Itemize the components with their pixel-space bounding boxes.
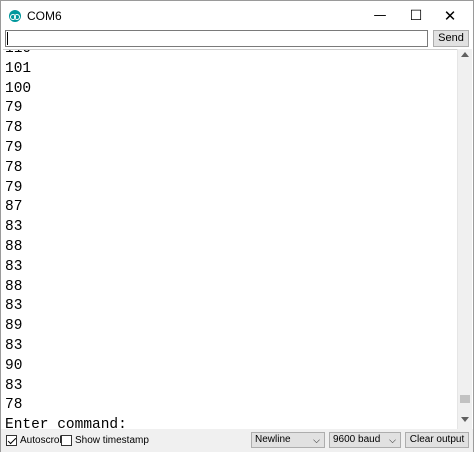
output-line: 83 [5,219,23,236]
output-line: 101 [5,60,32,77]
title-bar: COM6 — ☐ ✕ [1,1,473,31]
chevron-down-icon: ⌵ [389,436,396,446]
output-line: 88 [5,238,23,255]
command-input[interactable] [5,30,428,47]
vertical-scrollbar[interactable] [457,49,472,429]
baud-rate-select[interactable]: 9600 baud ⌵ [329,432,401,448]
send-button[interactable]: Send [433,30,469,47]
serial-output[interactable]: 110 101 100 79 78 79 78 79 87 83 88 83 88 83 89 83 90 83 7… [3,49,457,429]
show-timestamp-checkbox[interactable] [61,435,72,446]
line-ending-select[interactable]: Newline ⌵ [251,432,325,448]
output-line: 79 [5,139,23,156]
baud-rate-value: 9600 baud [333,434,381,445]
bottom-toolbar: Autoscroll Show timestamp Newline ⌵ 9600… [1,429,473,452]
output-line: 83 [5,258,23,275]
output-line: 83 [5,298,23,315]
output-line: 110 [5,49,32,57]
output-line: 79 [5,100,23,117]
scroll-down-icon[interactable] [461,417,469,422]
output-line: 90 [5,357,23,374]
autoscroll-checkbox[interactable] [6,435,17,446]
show-timestamp-label: Show timestamp [75,435,149,446]
output-line: 87 [5,199,23,216]
output-line: 100 [5,80,32,97]
output-line: 83 [5,337,23,354]
text-caret [7,32,8,45]
serial-monitor-window: COM6 — ☐ ✕ Send 110 101 100 79 78 79 78 79 87 83 8… [0,0,474,452]
chevron-down-icon: ⌵ [313,436,320,446]
output-lines: 110 101 100 79 78 79 78 79 87 83 88 83 88 83 89 83 90 83 7… [5,49,127,429]
output-line: 88 [5,278,23,295]
output-line: 79 [5,179,23,196]
output-line: 89 [5,318,23,335]
output-line: 78 [5,159,23,176]
autoscroll-label: Autoscroll [20,435,64,446]
window-title: COM6 [27,9,62,23]
output-line: 78 [5,397,23,414]
scrollbar-thumb[interactable] [460,395,470,403]
arduino-icon [9,10,21,22]
close-button[interactable]: ✕ [427,1,473,31]
output-line: 78 [5,120,23,137]
output-line: 83 [5,377,23,394]
output-line: Enter command: [5,417,127,429]
clear-output-button[interactable]: Clear output [405,432,469,448]
line-ending-value: Newline [255,434,291,445]
scroll-up-icon[interactable] [461,52,469,57]
